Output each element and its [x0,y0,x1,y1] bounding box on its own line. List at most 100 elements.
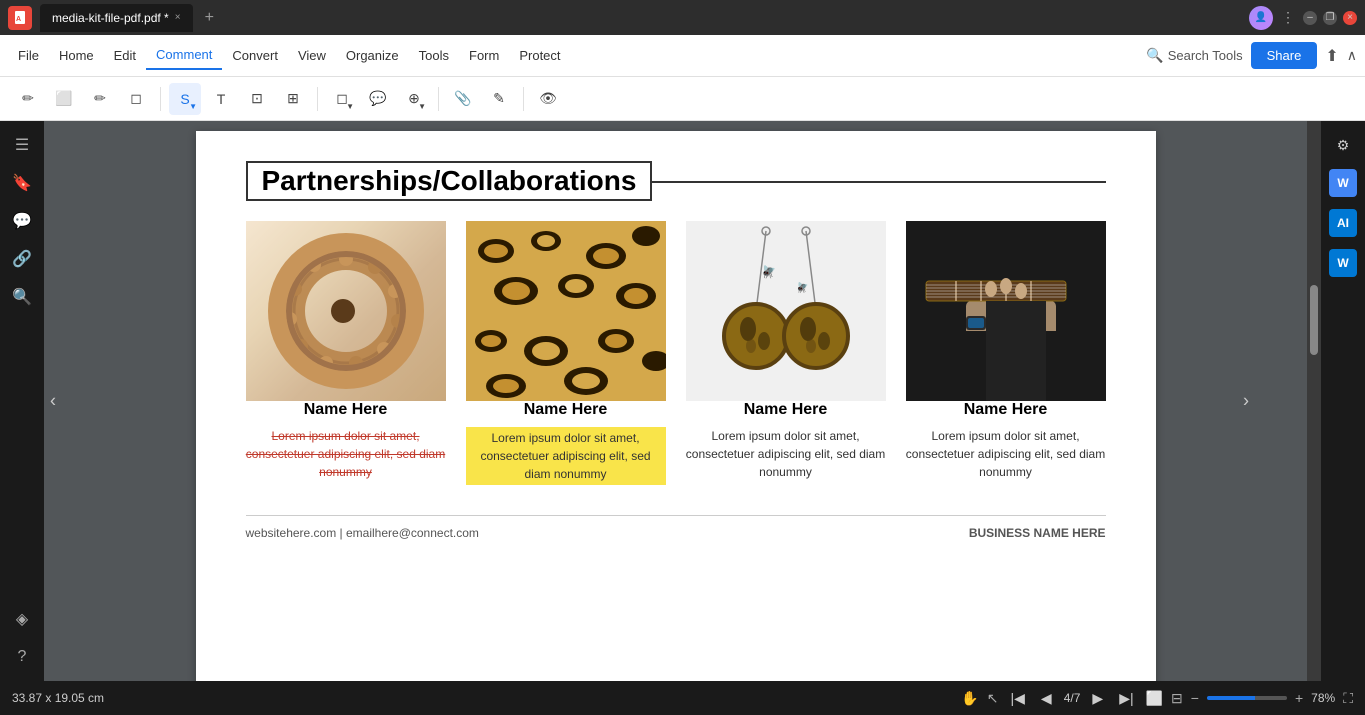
menu-edit[interactable]: Edit [104,42,146,69]
right-sidebar-word-icon[interactable]: W [1329,169,1357,197]
active-tab[interactable]: media-kit-file-pdf.pdf * × [40,4,193,32]
menu-protect[interactable]: Protect [509,42,570,69]
page-prev-btn[interactable]: ‹ [50,391,56,412]
prev-page-btn[interactable]: ◀ [1037,688,1056,709]
menu-organize[interactable]: Organize [336,42,409,69]
partner-image-2 [466,221,666,401]
partner-card-4: Name Here Lorem ipsum dolor sit amet, co… [906,221,1106,485]
zoom-in-icon[interactable]: + [1295,690,1303,706]
menu-view[interactable]: View [288,42,336,69]
partner-card-3: 🪰 🪰 Name Here Lorem ipsum dolor sit amet… [686,221,886,485]
partner-name-4: Name Here [964,401,1048,419]
avatar: 👤 [1249,6,1273,30]
text-tool-btn[interactable]: T [205,83,237,115]
pdf-page: Partnerships/Collaborations [196,131,1156,681]
sidebar-layers-icon[interactable]: ◈ [6,603,38,635]
eye-tool-btn[interactable]: 👁 [532,83,564,115]
app-icon: A [8,6,32,30]
partner-card-2: Name Here Lorem ipsum dolor sit amet, co… [466,221,666,485]
restore-btn[interactable]: ❐ [1323,11,1337,25]
toolbar: ✏ ⬜ ✏ ◻ S▼ T ⊡ ⊞ ◻▼ 💬 ⊕▼ 📎 ✎ 👁 [0,77,1365,121]
partner-image-3: 🪰 🪰 [686,221,886,401]
zoom-slider[interactable] [1207,696,1287,700]
menu-comment[interactable]: Comment [146,41,222,70]
left-sidebar: ☰ 🔖 💬 🔗 🔍 ◈ ? [0,121,44,681]
partner-desc-4: Lorem ipsum dolor sit amet, consectetuer… [906,427,1106,481]
share-button[interactable]: Share [1251,42,1318,69]
callout-tool-btn[interactable]: ⊞ [277,83,309,115]
close-btn[interactable]: × [1343,11,1357,25]
next-page-btn[interactable]: ▶ [1088,688,1107,709]
menu-bar: File Home Edit Comment Convert View Orga… [0,35,1365,77]
add-tab-btn[interactable]: + [205,9,214,27]
menu-form[interactable]: Form [459,42,509,69]
sidebar-links-icon[interactable]: 🔗 [6,243,38,275]
partner-image-4 [906,221,1106,401]
scroll-thumb[interactable] [1310,285,1318,355]
menu-convert[interactable]: Convert [222,42,288,69]
menu-file[interactable]: File [8,42,49,69]
zoom-level: 78% [1311,691,1335,705]
note-tool-btn[interactable]: 💬 [362,83,394,115]
overflow-menu-icon[interactable]: ⋮ [1281,9,1295,26]
sidebar-comments-icon[interactable]: 💬 [6,205,38,237]
eraser-tool-btn[interactable]: ◻ [120,83,152,115]
page-heading: Partnerships/Collaborations [246,161,653,201]
sidebar-search-icon[interactable]: 🔍 [6,281,38,313]
bottom-bar-right: ✋ ↖ |◀ ◀ 4/7 ▶ ▶| ⬜ ⊟ − + 78% ⛶ [961,688,1353,709]
single-page-icon[interactable]: ⬜ [1146,690,1163,707]
toolbar-sep-4 [523,87,524,111]
svg-text:🪰: 🪰 [761,265,776,279]
stamp-tool-btn[interactable]: ⊕▼ [398,83,430,115]
highlight-tool-btn[interactable]: S▼ [169,83,201,115]
menu-tools[interactable]: Tools [409,42,459,69]
window-controls: – ❐ × [1303,11,1357,25]
scrollbar[interactable] [1307,121,1321,681]
partner-desc-2: Lorem ipsum dolor sit amet, consectetuer… [466,427,666,485]
sidebar-bookmarks-icon[interactable]: 🔖 [6,167,38,199]
select-tool-btn[interactable]: ⬜ [48,83,80,115]
sidebar-help-icon[interactable]: ? [6,641,38,673]
title-bar-left: A media-kit-file-pdf.pdf * × + [8,4,1241,32]
tab-close-btn[interactable]: × [175,12,181,23]
right-sidebar-word2-icon[interactable]: W [1329,249,1357,277]
footer-contact: websitehere.com | emailhere@connect.com [246,526,479,540]
partner-image-1 [246,221,446,401]
sidebar-pages-icon[interactable]: ☰ [6,129,38,161]
scroll-icon[interactable]: ⊟ [1171,690,1183,707]
title-bar: A media-kit-file-pdf.pdf * × + 👤 ⋮ – ❐ × [0,0,1365,35]
title-bar-right: 👤 ⋮ – ❐ × [1249,6,1357,30]
page-title-area: Partnerships/Collaborations [246,161,1106,201]
page-footer: websitehere.com | emailhere@connect.com … [246,515,1106,540]
svg-text:🪰: 🪰 [796,281,808,294]
textbox-tool-btn[interactable]: ⊡ [241,83,273,115]
main-area: ☰ 🔖 💬 🔗 🔍 ◈ ? ‹ Partnerships/Collaborati… [0,121,1365,681]
zoom-out-icon[interactable]: − [1191,690,1199,706]
page-next-btn[interactable]: › [1243,391,1249,412]
partner-desc-1: Lorem ipsum dolor sit amet, consectetuer… [246,427,446,481]
toolbar-sep-1 [160,87,161,111]
partner-name-3: Name Here [744,401,828,419]
partner-name-2: Name Here [524,401,608,419]
hand-tool-icon[interactable]: ✋ [961,690,978,707]
pencil-tool-btn[interactable]: ✏ [84,83,116,115]
first-page-btn[interactable]: |◀ [1007,688,1029,709]
edit-tool-btn[interactable]: ✎ [483,83,515,115]
menu-home[interactable]: Home [49,42,104,69]
last-page-btn[interactable]: ▶| [1115,688,1137,709]
partner-name-1: Name Here [304,401,388,419]
select-tool-icon[interactable]: ↖ [987,690,999,707]
shape-tool-btn[interactable]: ◻▼ [326,83,358,115]
svg-text:A: A [16,16,21,23]
collapse-btn[interactable]: ∧ [1347,47,1357,64]
footer-business: BUSINESS NAME HERE [969,526,1106,540]
fullscreen-icon[interactable]: ⛶ [1343,690,1353,707]
upload-icon[interactable]: ⬆ [1325,46,1338,66]
right-sidebar-ai-icon[interactable]: AI [1329,209,1357,237]
search-tools-btn[interactable]: 🔍 Search Tools [1146,47,1242,64]
attach-tool-btn[interactable]: 📎 [447,83,479,115]
minimize-btn[interactable]: – [1303,11,1317,25]
draw-tool-btn[interactable]: ✏ [12,83,44,115]
right-sidebar-settings-icon[interactable]: ⚙ [1327,129,1359,161]
pdf-area: ‹ Partnerships/Collaborations [44,121,1307,681]
